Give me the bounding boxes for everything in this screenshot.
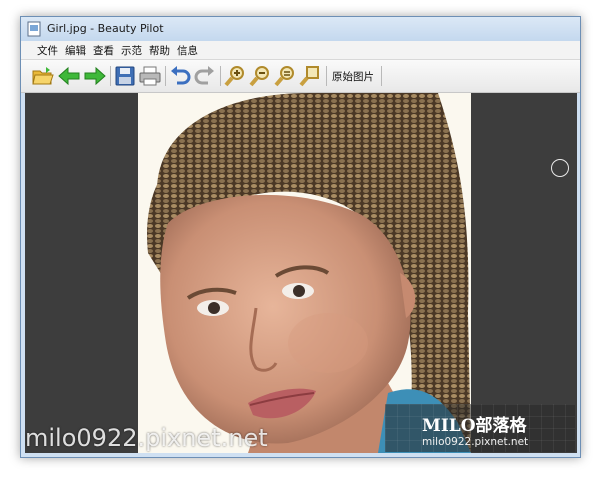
- menu-edit[interactable]: 编辑: [63, 43, 88, 58]
- zoom-fit-icon[interactable]: [273, 64, 297, 88]
- original-image-button[interactable]: 原始图片: [332, 69, 374, 84]
- undo-icon[interactable]: [168, 64, 192, 88]
- toolbar-separator: [165, 66, 166, 86]
- title-bar[interactable]: Girl.jpg - Beauty Pilot: [21, 17, 580, 41]
- window-title: Girl.jpg - Beauty Pilot: [47, 22, 164, 35]
- toolbar-separator: [220, 66, 221, 86]
- menu-view[interactable]: 查看: [91, 43, 116, 58]
- open-folder-icon[interactable]: [31, 64, 55, 88]
- toolbar-separator: [110, 66, 111, 86]
- forward-arrow-icon[interactable]: [83, 64, 107, 88]
- watermark-left-text: milo0922.pixnet.net: [25, 424, 268, 452]
- menu-demo[interactable]: 示范: [119, 43, 144, 58]
- print-icon[interactable]: [138, 64, 162, 88]
- redo-icon[interactable]: [193, 64, 217, 88]
- portrait-photo: [138, 93, 471, 453]
- toolbar-separator: [326, 66, 327, 86]
- zoom-actual-icon[interactable]: [298, 64, 322, 88]
- watermark-url: milo0922.pixnet.net: [422, 436, 529, 448]
- watermark-brand: MILO部落格: [422, 416, 527, 436]
- zoom-out-icon[interactable]: [248, 64, 272, 88]
- app-window: Girl.jpg - Beauty Pilot 文件 编辑 查看 示范 帮助 信…: [20, 16, 581, 458]
- menu-bar: 文件 编辑 查看 示范 帮助 信息: [21, 41, 580, 60]
- image-canvas[interactable]: [25, 93, 577, 453]
- menu-help[interactable]: 帮助: [147, 43, 172, 58]
- save-icon[interactable]: [113, 64, 137, 88]
- toolbar: 原始图片: [21, 60, 580, 93]
- zoom-in-icon[interactable]: [223, 64, 247, 88]
- back-arrow-icon[interactable]: [57, 64, 81, 88]
- brush-cursor: [551, 159, 569, 177]
- menu-file[interactable]: 文件: [35, 43, 60, 58]
- app-icon: [27, 21, 41, 37]
- toolbar-separator: [381, 66, 382, 86]
- menu-info[interactable]: 信息: [175, 43, 200, 58]
